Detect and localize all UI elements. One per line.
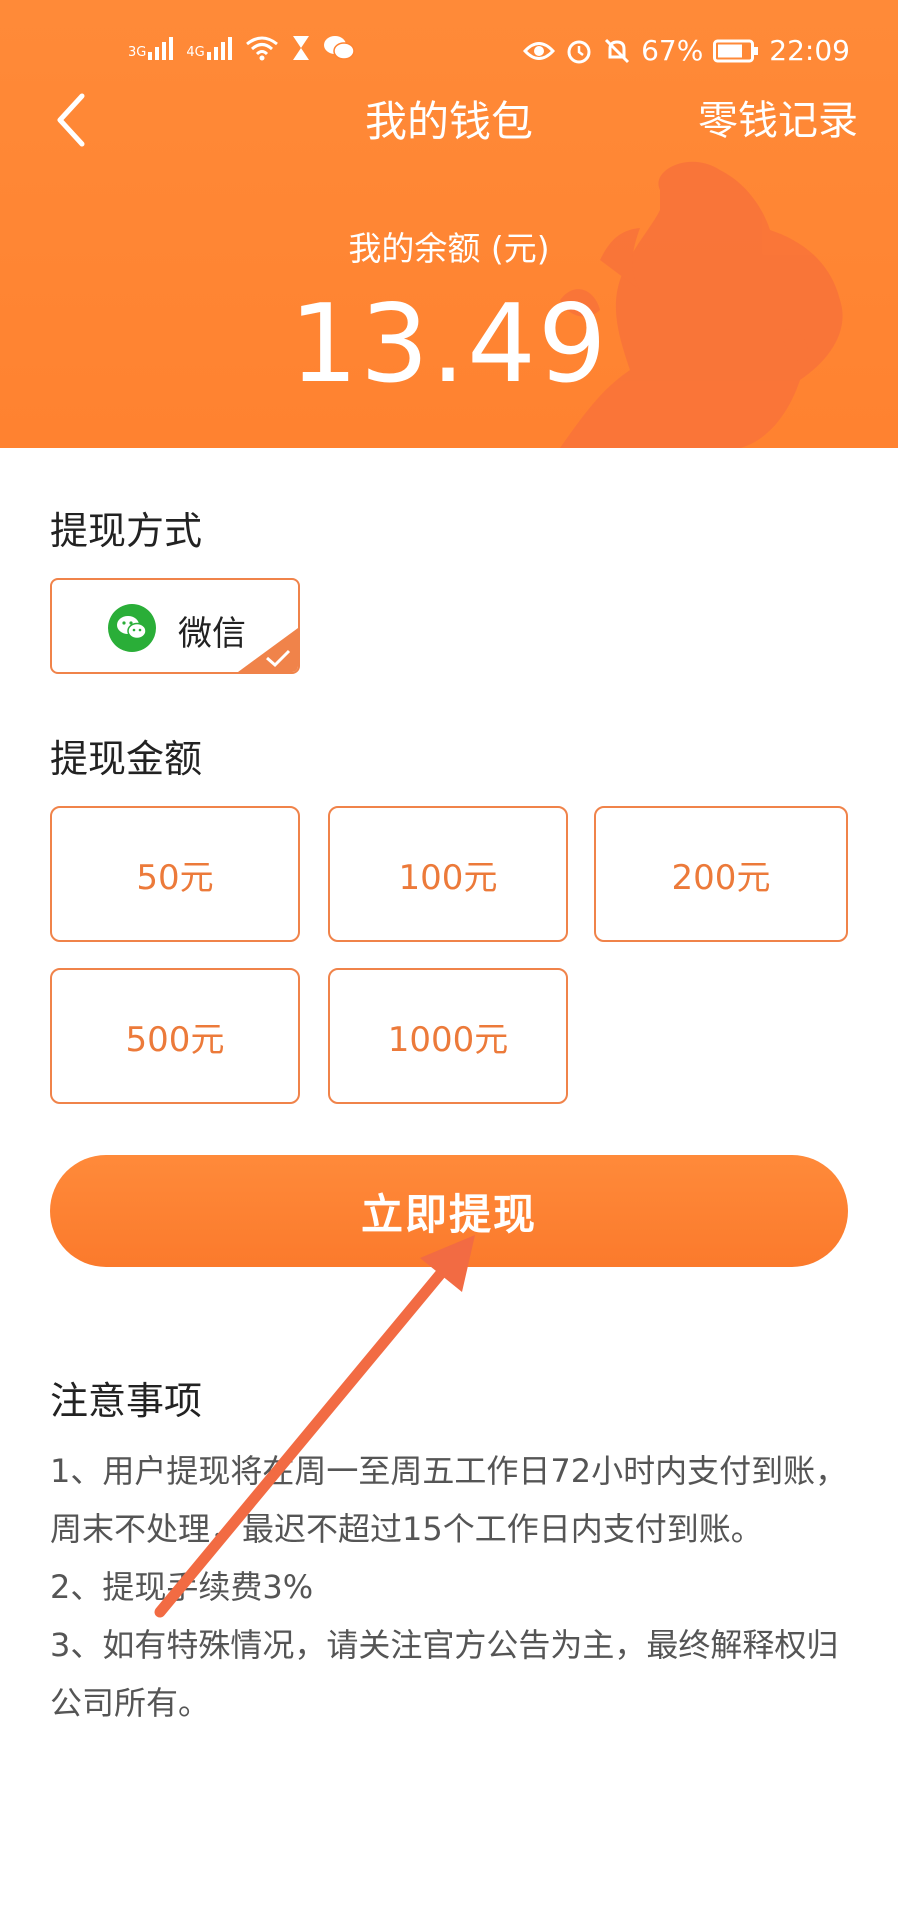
battery-icon <box>713 39 759 62</box>
hourglass-icon <box>292 36 309 60</box>
note-item-3: 3、如有特殊情况，请关注官方公告为主，最终解释权归公司所有。 <box>50 1626 839 1722</box>
network-type-2: 4G <box>186 45 205 60</box>
notes-title: 注意事项 <box>50 1379 203 1423</box>
withdraw-method-title: 提现方式 <box>50 509 203 553</box>
amount-option-50[interactable]: 50元 <box>50 806 300 942</box>
change-records-link[interactable]: 零钱记录 <box>698 88 858 146</box>
wechat-logo-icon <box>108 604 156 652</box>
wifi-icon <box>245 36 278 61</box>
amount-option-1000[interactable]: 1000元 <box>328 968 568 1104</box>
wechat-method-label: 微信 <box>178 614 246 654</box>
note-item-1: 1、用户提现将在周一至周五工作日72小时内支付到账，周末不处理，最迟不超过15个… <box>50 1452 848 1548</box>
withdraw-amount-title: 提现金额 <box>50 737 203 781</box>
network-type-1: 3G <box>128 45 147 60</box>
alarm-icon <box>567 40 591 63</box>
note-item-2: 2、提现手续费3% <box>50 1568 314 1606</box>
withdraw-now-button[interactable]: 立即提现 <box>50 1155 848 1267</box>
eye-comfort-icon <box>523 41 556 60</box>
notes-list: 1、用户提现将在周一至周五工作日72小时内支付到账，周末不处理，最迟不超过15个… <box>50 1442 860 1732</box>
signal-4g-icon: 4G <box>186 36 232 60</box>
wallet-header: 3G 4G 67% 22:09 我的钱包 零钱记录 我的余额 (元) 13.49 <box>0 0 898 448</box>
balance-label: 我的余额 (元) <box>348 229 550 268</box>
navigation-bar: 我的钱包 零钱记录 <box>0 80 898 160</box>
amount-option-200[interactable]: 200元 <box>594 806 848 942</box>
amount-option-100[interactable]: 100元 <box>328 806 568 942</box>
wechat-method-option[interactable]: 微信 <box>50 578 300 674</box>
amount-option-500[interactable]: 500元 <box>50 968 300 1104</box>
signal-3g-icon: 3G <box>128 36 174 60</box>
battery-percent: 67% <box>641 34 704 67</box>
mute-bell-icon <box>605 38 630 63</box>
wechat-status-icon <box>323 36 355 60</box>
balance-value: 13.49 <box>289 282 609 407</box>
checkmark-icon <box>266 649 291 668</box>
clock-time: 22:09 <box>769 34 850 67</box>
